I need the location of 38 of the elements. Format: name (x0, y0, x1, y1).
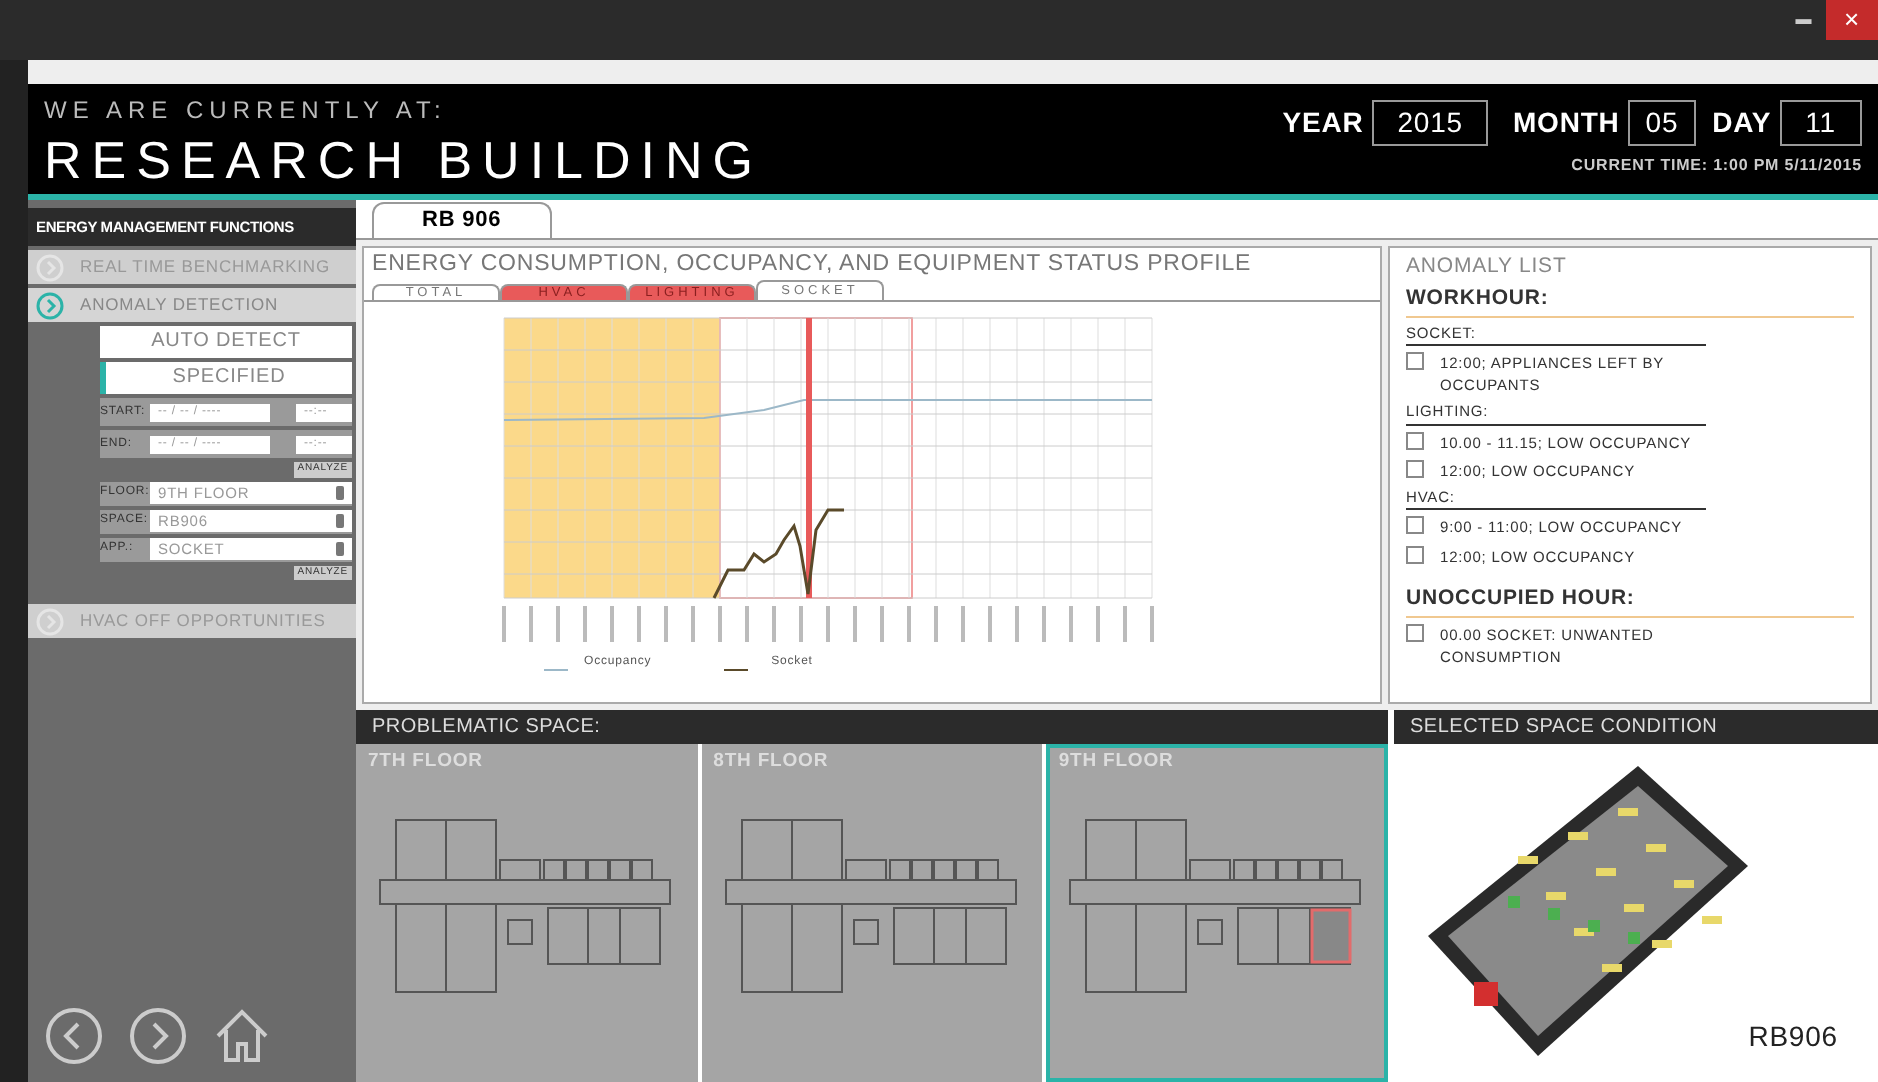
floor-label: 8TH FLOOR (711, 748, 831, 776)
socket-line (712, 509, 844, 600)
section-heading: WORKHOUR: (1406, 283, 1854, 317)
anomaly-title: ANOMALY LIST (1406, 252, 1569, 282)
close-button[interactable]: × (1826, 0, 1878, 40)
anomaly-checkbox[interactable] (1406, 516, 1424, 535)
chevron-circle-icon (36, 291, 64, 320)
section-heading: UNOCCUPIED HOUR: (1406, 583, 1854, 617)
month-label: MONTH (1512, 104, 1620, 142)
home-icon[interactable] (212, 1006, 272, 1066)
chevron-circle-icon (36, 607, 64, 636)
year-label: YEAR (1282, 104, 1364, 142)
chevron-circle-icon (36, 253, 64, 282)
anomaly-checkbox[interactable] (1406, 459, 1424, 478)
floor-label: 9TH FLOOR (1056, 748, 1176, 776)
mode-option[interactable]: AUTO DETECT (100, 326, 352, 359)
floor-card[interactable]: 8TH FLOOR (701, 744, 1043, 1082)
room-tab[interactable]: RB 906 (372, 202, 552, 238)
anomaly-checkbox[interactable] (1406, 623, 1424, 641)
current-time: CURRENT TIME: 1:00 PM 5/11/2015 (1571, 154, 1862, 178)
anomaly-checkbox[interactable] (1406, 431, 1424, 449)
year-field[interactable]: 2015 (1371, 100, 1489, 146)
location-title: RESEARCH BUILDING (44, 128, 763, 193)
floor-label: 7TH FLOOR (366, 748, 485, 776)
anomaly-checkbox[interactable] (1406, 545, 1424, 563)
month-field[interactable]: 05 (1627, 100, 1697, 146)
anomaly-checkbox[interactable] (1406, 351, 1424, 370)
problematic-space-title: PROBLEMATIC SPACE: (356, 710, 1388, 744)
day-field[interactable]: 11 (1779, 100, 1862, 146)
floor-card[interactable]: 7TH FLOOR (356, 744, 698, 1082)
floor-card[interactable]: 9TH FLOOR (1046, 744, 1389, 1082)
minimize-button[interactable]: ▬ (1782, 0, 1826, 40)
location-subtitle: WE ARE CURRENTLY AT: (44, 94, 449, 128)
space-condition-title: SELECTED SPACE CONDITION (1394, 710, 1878, 744)
mode-option[interactable]: SPECIFIED (100, 362, 352, 395)
function-item[interactable]: ANOMALY DETECTION (28, 288, 356, 323)
day-label: DAY (1712, 104, 1772, 142)
profile-title: ENERGY CONSUMPTION, OCCUPANCY, AND EQUIPMENT STATUS PROFILE (370, 250, 1254, 280)
